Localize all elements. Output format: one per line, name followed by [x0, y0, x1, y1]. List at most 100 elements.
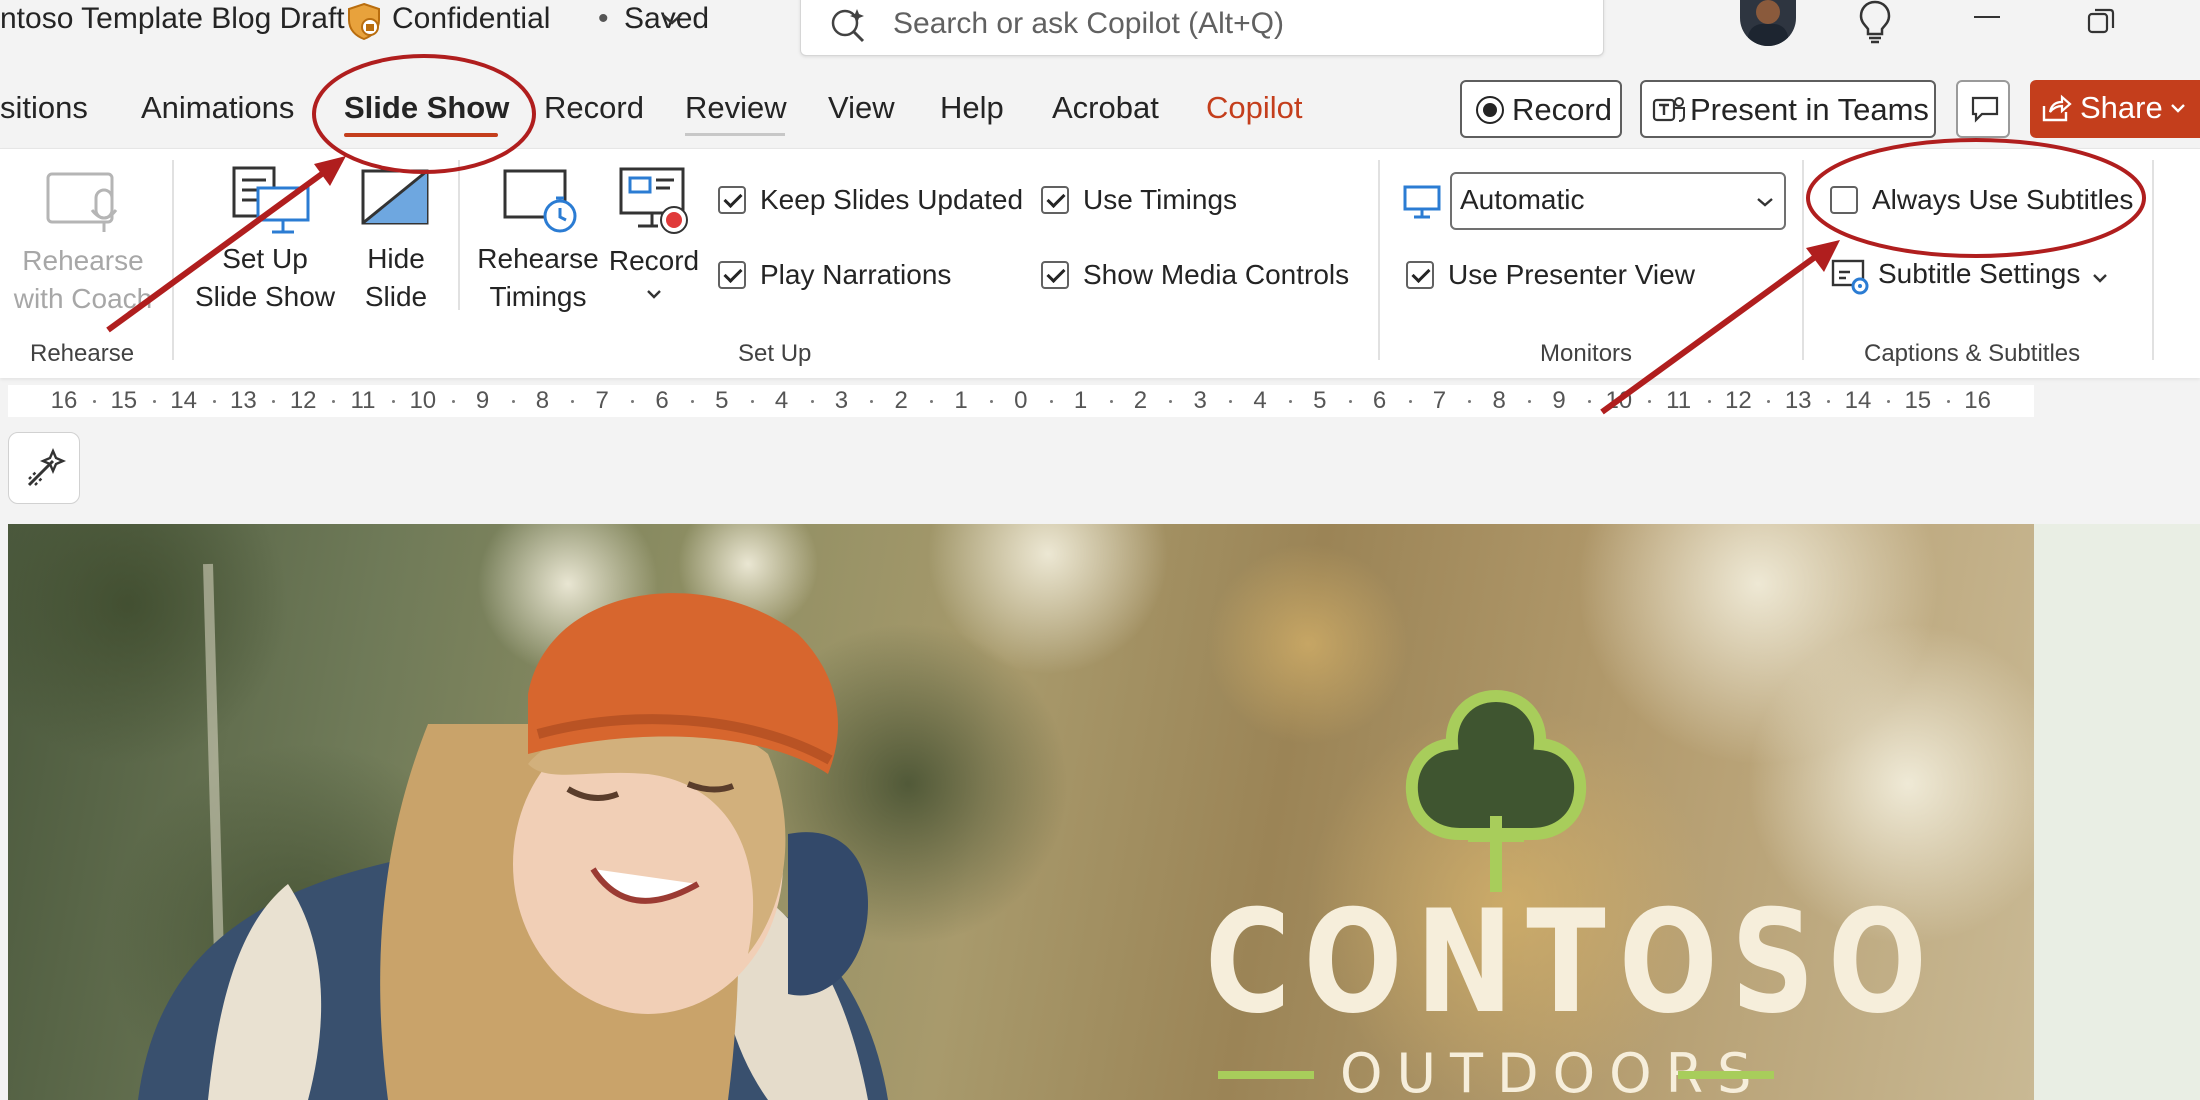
ruler-tick	[1886, 400, 1890, 403]
always-use-subtitles-checkbox[interactable]: Always Use Subtitles	[1830, 184, 2133, 216]
ruler-mark: 9	[475, 387, 490, 414]
chevron-down-icon[interactable]	[660, 10, 684, 28]
designer-button[interactable]	[8, 432, 80, 504]
chevron-down-icon	[647, 290, 661, 299]
designer-sparkle-icon	[27, 447, 67, 487]
rehearse-coach-label-2: with Coach	[13, 283, 153, 314]
horizontal-ruler[interactable]: 16 15 14 13 12 11 10 9 8 7 6 5 4 3 2 1 0 1 2 3 4 5 6 7 8 9 10 11 12 1…	[8, 385, 2034, 417]
group-separator	[458, 160, 460, 310]
rehearse-with-coach-button[interactable]: Rehearse with Coach	[0, 170, 166, 330]
ruler-mark: 2	[1133, 387, 1148, 414]
checkbox-checked[interactable]	[1041, 186, 1069, 214]
ruler-mark: 7	[1432, 387, 1447, 414]
ruler-mark: 4	[774, 387, 789, 414]
ruler-tick	[1408, 400, 1412, 403]
contoso-tree-logo	[1405, 689, 1587, 892]
share-button[interactable]: Share	[2030, 80, 2200, 138]
search-box[interactable]: Search or ask Copilot (Alt+Q)	[800, 0, 1604, 56]
subtitle-settings-button[interactable]: Subtitle Settings	[1830, 256, 2130, 300]
rehearse-coach-icon	[46, 172, 118, 232]
share-label: Share	[2080, 90, 2163, 125]
checkbox-checked[interactable]	[1041, 261, 1069, 289]
ruler-tick	[631, 400, 635, 403]
review-tab-underline	[685, 133, 785, 136]
ruler-mark: 3	[1193, 387, 1207, 414]
monitor-icon	[1403, 185, 1441, 219]
brand-name[interactable]: CONTOSO	[1205, 880, 1940, 1045]
ruler-tick	[1528, 400, 1532, 403]
copilot-search-icon	[831, 9, 865, 43]
checkbox-unchecked[interactable]	[1830, 186, 1858, 214]
minimize-icon[interactable]	[1974, 16, 2000, 18]
subtitle-settings-icon	[1831, 259, 1869, 295]
brand-line-right	[1678, 1071, 1774, 1079]
ruler-tick	[1767, 400, 1771, 403]
present-in-teams-button[interactable]: Present in Teams	[1640, 80, 1936, 138]
document-title[interactable]: ntoso Template Blog Draft	[0, 2, 345, 36]
ruler-tick	[1647, 400, 1651, 403]
chevron-down-icon	[1757, 198, 1773, 207]
title-bar: ntoso Template Blog Draft Confidential •…	[0, 0, 2200, 56]
restore-window-icon[interactable]	[2086, 6, 2116, 36]
ruler-mark: 4	[1253, 387, 1267, 414]
ruler-mark: 16	[1964, 387, 1991, 414]
hide-slide-icon	[361, 169, 429, 225]
checkbox-checked[interactable]	[1406, 261, 1434, 289]
ruler-tick	[1946, 400, 1950, 403]
group-separator	[2152, 160, 2154, 360]
ruler-mark: 14	[170, 387, 197, 414]
rehearse-timings-button[interactable]: Rehearse Timings	[474, 164, 602, 324]
tab-review[interactable]: Review	[685, 90, 787, 126]
use-timings-checkbox[interactable]: Use Timings	[1041, 184, 1237, 216]
record-dropdown-button[interactable]: Record	[606, 164, 702, 324]
ruler-tick	[1049, 400, 1053, 403]
ruler-tick	[272, 400, 276, 403]
set-up-slide-show-button[interactable]: Set Up Slide Show	[190, 164, 340, 324]
lightbulb-icon[interactable]	[1858, 0, 1892, 44]
ruler-mark: 1	[1073, 387, 1088, 414]
tab-animations[interactable]: Animations	[141, 90, 294, 126]
ruler-tick	[690, 400, 694, 403]
avatar[interactable]	[1740, 0, 1796, 46]
tab-view[interactable]: View	[828, 90, 895, 126]
record-button-label: Record	[1512, 92, 1612, 127]
sensitivity-label[interactable]: Confidential	[392, 2, 550, 36]
ruler-tick	[930, 400, 934, 403]
ruler-mark: 11	[350, 387, 376, 414]
tab-copilot[interactable]: Copilot	[1206, 90, 1303, 126]
rehearse-timings-icon	[503, 169, 577, 233]
hide-slide-button[interactable]: Hide Slide	[346, 164, 446, 324]
record-button[interactable]: Record	[1460, 80, 1622, 138]
keep-slides-updated-checkbox[interactable]: Keep Slides Updated	[718, 184, 1023, 216]
ruler-tick	[1468, 400, 1472, 403]
group-label-captions-subtitles: Captions & Subtitles	[1864, 340, 2081, 367]
chevron-down-icon	[2093, 274, 2107, 283]
ruler-mark: 2	[894, 387, 908, 414]
tab-transitions[interactable]: sitions	[0, 90, 88, 126]
setup-label-1: Set Up	[222, 243, 308, 274]
ruler-tick	[391, 400, 395, 403]
subtitle-settings-label: Subtitle Settings	[1878, 258, 2081, 289]
ruler-tick	[571, 400, 575, 403]
use-presenter-view-checkbox[interactable]: Use Presenter View	[1406, 259, 1695, 291]
monitor-select-value: Automatic	[1460, 184, 1585, 215]
tab-acrobat[interactable]: Acrobat	[1052, 90, 1159, 126]
next-slide-edge	[2034, 524, 2200, 1100]
play-narrations-checkbox[interactable]: Play Narrations	[718, 259, 951, 291]
ruler-tick	[92, 400, 96, 403]
checkbox-checked[interactable]	[718, 261, 746, 289]
monitor-select[interactable]: Automatic	[1450, 172, 1786, 230]
use-presenter-view-label: Use Presenter View	[1448, 259, 1695, 290]
sensitivity-shield-icon	[348, 2, 380, 40]
checkbox-checked[interactable]	[718, 186, 746, 214]
group-label-monitors: Monitors	[1540, 340, 1633, 367]
comments-button[interactable]	[1956, 80, 2010, 138]
ruler-mark: 15	[110, 387, 138, 414]
tab-help[interactable]: Help	[940, 90, 1004, 126]
tab-record[interactable]: Record	[544, 90, 644, 126]
tab-slide-show[interactable]: Slide Show	[344, 90, 509, 126]
show-media-controls-checkbox[interactable]: Show Media Controls	[1041, 259, 1349, 291]
ruler-tick	[1827, 400, 1831, 403]
ruler-mark: 7	[595, 387, 609, 414]
ruler-mark: 0	[1014, 387, 1028, 414]
